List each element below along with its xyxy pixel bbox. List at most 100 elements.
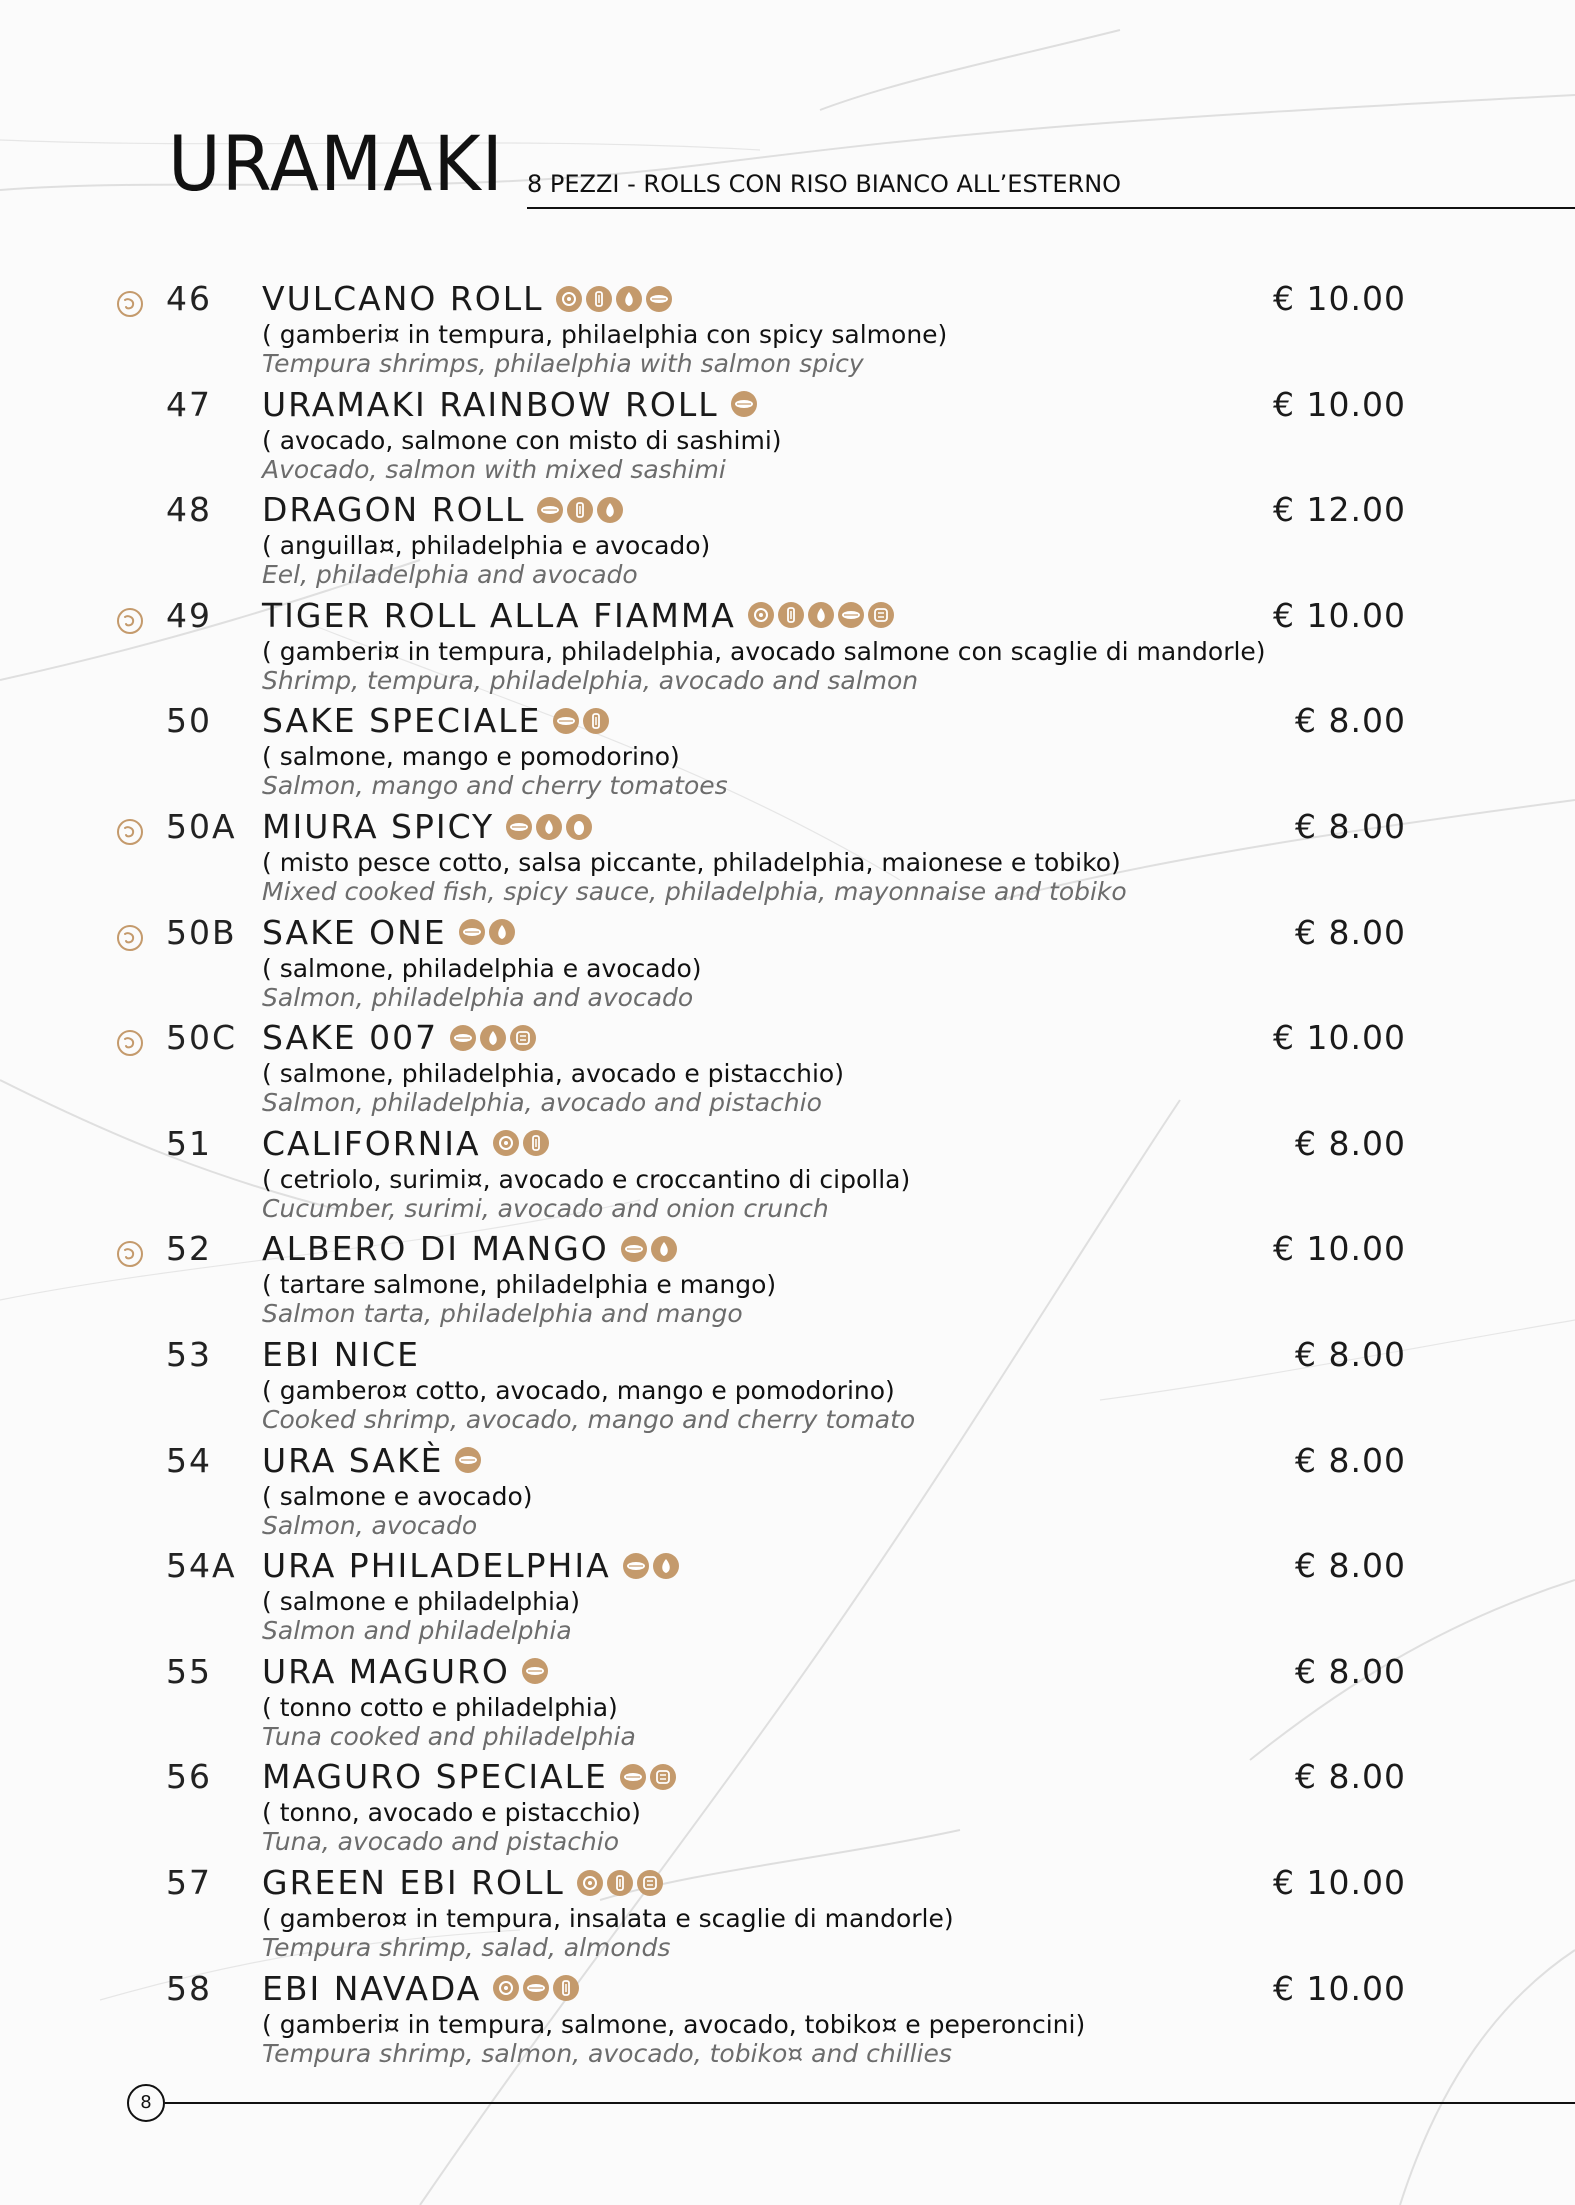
salmon-icon bbox=[837, 602, 864, 629]
header-divider bbox=[527, 207, 1575, 209]
item-price: € 10.00 bbox=[1273, 1863, 1406, 1902]
item-name: URAMAKI RAINBOW ROLL bbox=[262, 384, 719, 424]
menu-item: 47 URAMAKI RAINBOW ROLL € 10.00 ( avocado, … bbox=[0, 386, 1575, 486]
item-description-italian: ( avocado, salmone con misto di sashimi) bbox=[262, 425, 782, 455]
item-description-italian: ( gambero¤ cotto, avocado, mango e pomod… bbox=[262, 1376, 895, 1405]
item-name-line: URA MAGURO bbox=[262, 1655, 548, 1688]
salmon-icon bbox=[455, 1447, 482, 1474]
item-description-italian: ( tonno, avocado e pistacchio) bbox=[262, 1798, 641, 1828]
item-name-line: EBI NICE bbox=[262, 1338, 432, 1371]
menu-item: 58 EBI NAVADA € 10.00 ( gamberi¤ in tempura… bbox=[0, 1970, 1575, 2070]
item-number: 50 bbox=[166, 701, 212, 741]
menu-item: 50 SAKE SPECIALE € 8.00 ( salmone, mango e … bbox=[0, 702, 1575, 802]
item-description-english: Tempura shrimps, philaelphia with salmon… bbox=[262, 349, 864, 378]
fried-icon bbox=[585, 285, 612, 312]
menu-item: 53 EBI NICE € 8.00 ( gambero¤ cotto, avocad… bbox=[0, 1336, 1575, 1436]
salmon-icon bbox=[622, 1552, 649, 1579]
philadelphia-icon bbox=[488, 919, 515, 946]
spicy-icon bbox=[116, 290, 144, 318]
item-price: € 8.00 bbox=[1295, 1335, 1406, 1374]
allergen-icons bbox=[537, 496, 624, 523]
menu-item: 54A URA PHILADELPHIA € 8.00 ( salmone e phi… bbox=[0, 1547, 1575, 1647]
nut-icon bbox=[510, 1024, 537, 1051]
item-price: € 8.00 bbox=[1295, 1123, 1406, 1163]
fried-icon bbox=[777, 602, 804, 629]
item-number: 46 bbox=[166, 279, 212, 318]
allergen-icons bbox=[620, 1235, 677, 1262]
item-description-italian: ( tonno cotto e philadelphia) bbox=[262, 1692, 618, 1722]
item-description-italian: ( anguilla¤, philadelphia e avocado) bbox=[262, 531, 711, 561]
allergen-icons bbox=[576, 1869, 663, 1896]
nut-icon bbox=[867, 602, 894, 629]
allergen-icons bbox=[506, 813, 593, 840]
item-name: URA SAKÈ bbox=[262, 1440, 444, 1480]
nut-icon bbox=[649, 1763, 676, 1790]
menu-item: 54 URA SAKÈ € 8.00 ( salmone e avocado) Salm… bbox=[0, 1442, 1575, 1542]
item-name: MIURA SPICY bbox=[262, 807, 495, 846]
page-subtitle: 8 PEZZI - ROLLS CON RISO BIANCO ALL’ESTE… bbox=[527, 170, 1122, 198]
item-description-italian: ( salmone, philadelphia, avocado e pista… bbox=[262, 1059, 844, 1089]
salmon-icon bbox=[537, 496, 564, 523]
item-name: URA MAGURO bbox=[262, 1651, 510, 1691]
page-number: 8 bbox=[127, 2084, 165, 2122]
item-number: 56 bbox=[166, 1757, 212, 1797]
egg-icon bbox=[566, 813, 593, 840]
item-description-italian: ( gamberi¤ in tempura, salmone, avocado,… bbox=[262, 2009, 1086, 2039]
spicy-icon bbox=[116, 1029, 144, 1057]
tempura-icon bbox=[747, 602, 774, 629]
spicy-icon bbox=[116, 924, 144, 952]
item-description-english: Eel, philadelphia and avocado bbox=[262, 560, 638, 590]
item-description-italian: ( cetriolo, surimi¤, avocado e croccanti… bbox=[262, 1164, 911, 1194]
item-description-italian: ( gambero¤ in tempura, insalata e scagli… bbox=[262, 1904, 954, 1933]
item-description-english: Salmon and philadelphia bbox=[262, 1616, 572, 1646]
item-description-italian: ( gamberi¤ in tempura, philaelphia con s… bbox=[262, 320, 948, 349]
allergen-icons bbox=[553, 707, 610, 734]
item-description-italian: ( salmone e avocado) bbox=[262, 1481, 533, 1511]
philadelphia-icon bbox=[615, 285, 642, 312]
item-description-english: Tempura shrimp, salad, almonds bbox=[262, 1933, 671, 1962]
menu-item: 50A MIURA SPICY € 8.00 ( misto pesce cotto,… bbox=[0, 808, 1575, 908]
item-price: € 10.00 bbox=[1273, 1018, 1406, 1058]
fried-icon bbox=[567, 496, 594, 523]
item-description-english: Cucumber, surimi, avocado and onion crun… bbox=[262, 1193, 829, 1223]
item-name-line: SAKE SPECIALE bbox=[262, 704, 610, 737]
item-description-italian: ( misto pesce cotto, salsa piccante, phi… bbox=[262, 848, 1121, 877]
item-name-line: CALIFORNIA bbox=[262, 1127, 549, 1160]
allergen-icons bbox=[458, 919, 515, 946]
spicy-icon bbox=[116, 607, 144, 635]
item-name-line: GREEN EBI ROLL bbox=[262, 1866, 663, 1899]
item-price: € 10.00 bbox=[1273, 1229, 1406, 1269]
item-description-italian: ( salmone e philadelphia) bbox=[262, 1587, 580, 1617]
tempura-icon bbox=[576, 1869, 603, 1896]
menu-item: 55 URA MAGURO € 8.00 ( tonno cotto e philad… bbox=[0, 1653, 1575, 1753]
salmon-icon bbox=[645, 285, 672, 312]
item-description-english: Salmon, avocado bbox=[262, 1510, 478, 1540]
item-price: € 8.00 bbox=[1295, 1440, 1406, 1480]
menu-item: 51 CALIFORNIA € 8.00 ( cetriolo, surimi¤, a… bbox=[0, 1125, 1575, 1225]
philadelphia-icon bbox=[536, 813, 563, 840]
menu-item: 46 VULCANO ROLL € 10.00 ( gamberi¤ in tempu… bbox=[0, 280, 1575, 380]
tempura-icon bbox=[555, 285, 582, 312]
item-description-english: Tuna cooked and philadelphia bbox=[262, 1721, 636, 1751]
item-number: 49 bbox=[166, 595, 212, 635]
item-name-line: SAKE ONE bbox=[262, 916, 515, 949]
item-number: 55 bbox=[166, 1651, 212, 1691]
salmon-icon bbox=[450, 1024, 477, 1051]
menu-item: 57 GREEN EBI ROLL € 10.00 ( gambero¤ in tem… bbox=[0, 1864, 1575, 1964]
item-description-italian: ( tartare salmone, philadelphia e mango) bbox=[262, 1270, 777, 1300]
allergen-icons bbox=[730, 391, 757, 418]
item-name: SAKE 007 bbox=[262, 1018, 439, 1058]
allergen-icons bbox=[747, 602, 894, 629]
item-description-italian: ( gamberi¤ in tempura, philadelphia, avo… bbox=[262, 636, 1266, 666]
tempura-icon bbox=[492, 1130, 519, 1157]
item-name-line: TIGER ROLL ALLA FIAMMA bbox=[262, 599, 894, 632]
page-title: URAMAKI bbox=[168, 119, 504, 209]
allergen-icons bbox=[619, 1763, 676, 1790]
fried-icon bbox=[553, 1975, 580, 2002]
menu-item: 56 MAGURO SPECIALE € 8.00 ( tonno, avocado … bbox=[0, 1758, 1575, 1858]
item-name-line: ALBERO DI MANGO bbox=[262, 1232, 677, 1265]
item-price: € 10.00 bbox=[1273, 595, 1406, 635]
item-description-english: Mixed cooked fish, spicy sauce, philadel… bbox=[262, 877, 1127, 906]
item-description-english: Avocado, salmon with mixed sashimi bbox=[262, 454, 726, 484]
item-number: 53 bbox=[166, 1335, 212, 1374]
